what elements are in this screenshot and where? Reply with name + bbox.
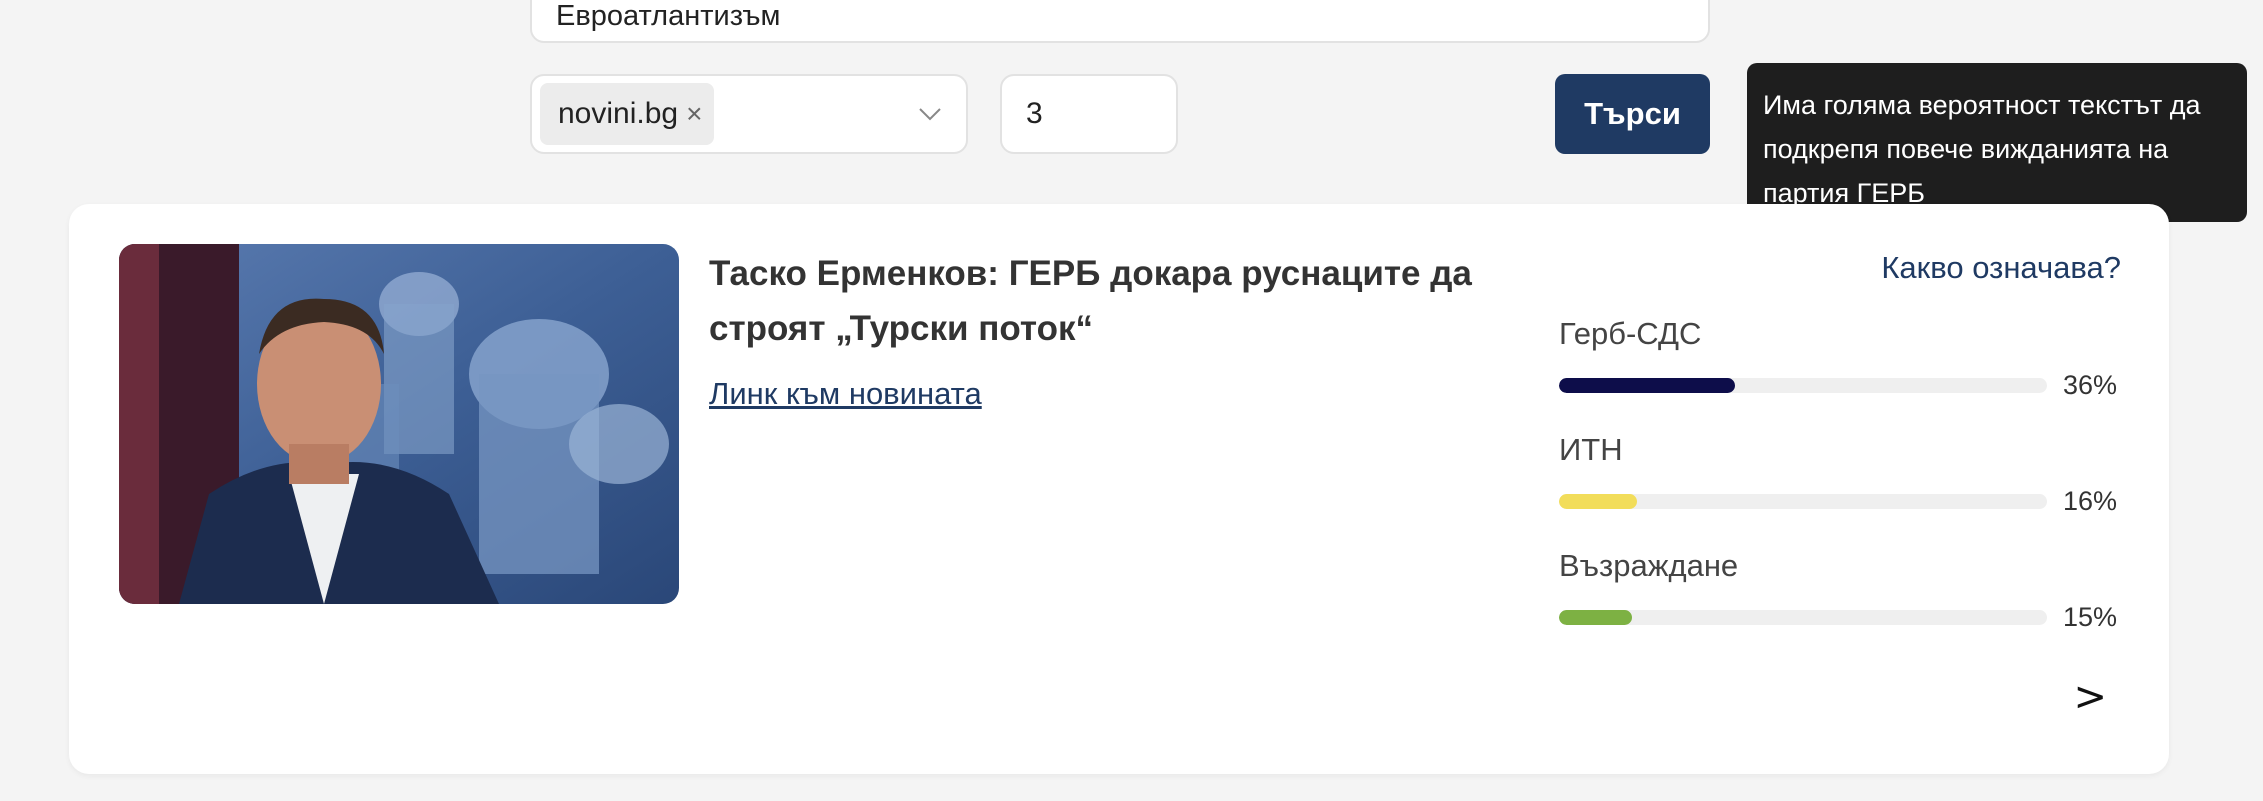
party-row: Герб-СДС 36%: [1559, 316, 2119, 404]
party-percent: 15%: [2063, 601, 2118, 632]
tooltip: Има голяма вероятност текстът да подкреп…: [1747, 63, 2247, 222]
progress-bar: [1559, 609, 2047, 625]
party-percent: 16%: [2063, 485, 2118, 516]
progress-bar: [1559, 493, 2047, 509]
article-image: [119, 244, 679, 604]
article-link[interactable]: Линк към новината: [709, 376, 982, 412]
article-thumbnail: [119, 244, 679, 604]
tooltip-text: Има голяма вероятност текстът да подкреп…: [1763, 90, 2201, 208]
source-tag: novini.bg ×: [540, 83, 715, 145]
progress-bar: [1559, 377, 2047, 393]
party-row: Възраждане 15%: [1559, 548, 2119, 636]
source-select[interactable]: novini.bg ×: [530, 74, 968, 154]
party-bar-row: 36%: [1559, 366, 2119, 404]
party-name: Герб-СДС: [1559, 316, 1702, 351]
search-button[interactable]: Търси: [1555, 74, 1710, 154]
topic-input[interactable]: Евроатлантизъм: [530, 0, 1710, 43]
source-tag-label: novini.bg: [558, 97, 679, 130]
party-bar-row: 16%: [1559, 482, 2119, 520]
meaning-link[interactable]: Какво означава?: [1881, 250, 2121, 286]
progress-fill: [1559, 493, 1638, 509]
page: Евроатлантизъм novini.bg × Търси Има гол…: [0, 0, 2263, 801]
next-button[interactable]: >: [2073, 674, 2107, 720]
progress-fill: [1559, 609, 1633, 625]
party-row: ИТН 16%: [1559, 432, 2119, 520]
chevron-down-icon[interactable]: [916, 100, 944, 128]
topic-input-value: Евроатлантизъм: [556, 0, 781, 32]
article-card: Таско Ерменков: ГЕРБ докара руснаците да…: [69, 204, 2169, 774]
progress-fill: [1559, 377, 1735, 393]
party-name: Възраждане: [1559, 548, 1739, 583]
party-bar-row: 15%: [1559, 598, 2119, 636]
count-input[interactable]: [1000, 74, 1178, 154]
party-name: ИТН: [1559, 432, 1623, 467]
party-percent: 36%: [2063, 369, 2118, 400]
close-icon[interactable]: ×: [686, 98, 702, 130]
article-title: Таско Ерменков: ГЕРБ докара руснаците да…: [709, 254, 1472, 348]
